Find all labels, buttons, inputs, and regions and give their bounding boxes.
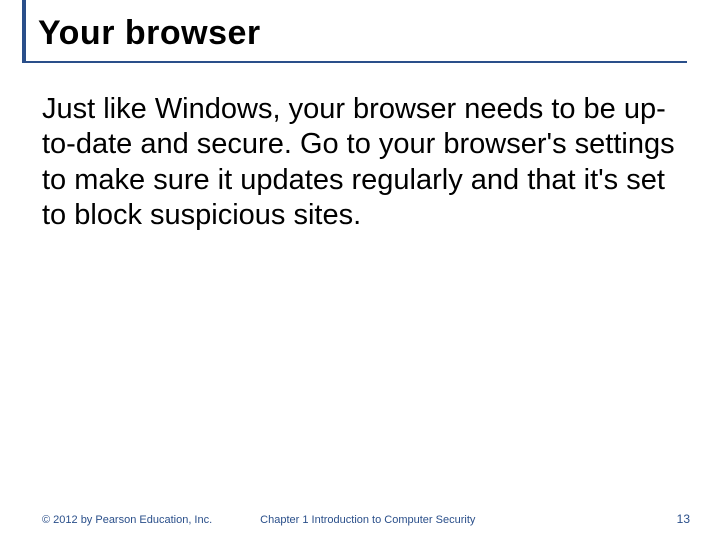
- page-number: 13: [677, 512, 690, 526]
- title-block: Your browser: [22, 0, 687, 63]
- slide-footer: © 2012 by Pearson Education, Inc. Chapte…: [42, 512, 690, 526]
- slide-title: Your browser: [38, 14, 687, 53]
- chapter-text: Chapter 1 Introduction to Computer Secur…: [260, 514, 475, 526]
- slide-body: Just like Windows, your browser needs to…: [42, 92, 690, 234]
- copyright-text: © 2012 by Pearson Education, Inc.: [42, 514, 212, 526]
